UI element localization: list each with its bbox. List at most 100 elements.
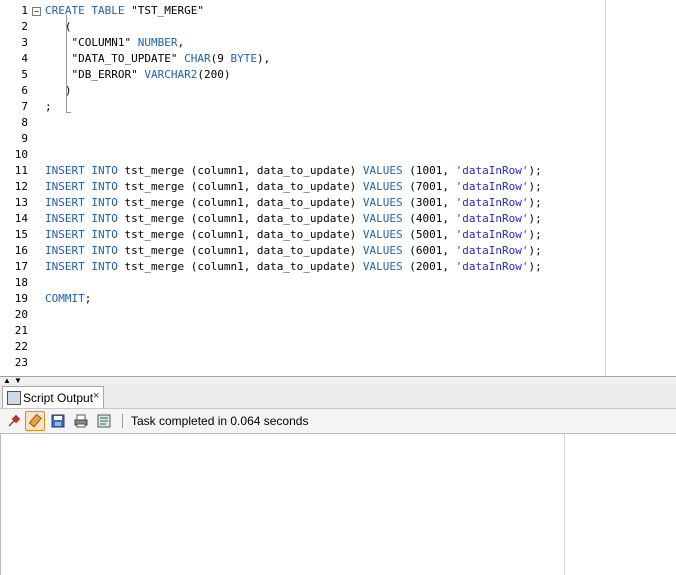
sql-text: tst_merge (column1, data_to_update) (124, 212, 363, 225)
code-line[interactable]: 3 "COLUMN1" NUMBER, (0, 35, 676, 51)
code-text: INSERT INTO tst_merge (column1, data_to_… (45, 195, 542, 211)
code-line[interactable]: 12 INSERT INTO tst_merge (column1, data_t… (0, 179, 676, 195)
sql-text: ); (528, 196, 542, 209)
code-line[interactable]: 8 (0, 115, 676, 131)
sql-keyword: INSERT INTO (45, 180, 125, 193)
save-button[interactable] (48, 411, 68, 431)
code-line[interactable]: 22 (0, 339, 676, 355)
sql-text: ) (45, 84, 72, 97)
code-text: ; (45, 99, 52, 115)
close-icon[interactable]: × (93, 390, 99, 402)
output-toolbar: Task completed in 0.064 seconds (0, 408, 676, 434)
sql-text: ; (84, 292, 92, 305)
sql-keyword: BYTE (230, 52, 257, 65)
code-text: "COLUMN1" NUMBER, (45, 35, 184, 51)
sql-string: 'dataInRow' (455, 212, 529, 225)
sql-text: (5001, (402, 228, 456, 241)
sql-text: tst_merge (column1, data_to_update) (124, 228, 363, 241)
sql-keyword: INSERT INTO (45, 212, 125, 225)
sql-keyword: VALUES (362, 212, 403, 225)
line-number: 1 (21, 4, 28, 17)
line-number: 8 (21, 116, 28, 129)
fold-minus-icon[interactable]: − (32, 7, 41, 16)
line-number: 17 (14, 260, 28, 273)
line-number: 9 (21, 132, 28, 145)
code-line[interactable]: 7; (0, 99, 676, 115)
sql-text: ; (45, 100, 52, 113)
sql-keyword: INSERT INTO (45, 196, 125, 209)
panel-splitter[interactable]: ▲ ▼ (0, 376, 676, 385)
sql-keyword: CREATE TABLE (45, 4, 132, 17)
sql-text: ); (528, 180, 542, 193)
line-number: 3 (21, 36, 28, 49)
code-line[interactable]: 9 (0, 131, 676, 147)
line-number: 18 (14, 276, 28, 289)
tab-script-output[interactable]: Script Output × (2, 386, 104, 408)
line-number: 21 (14, 324, 28, 337)
code-line[interactable]: 13 INSERT INTO tst_merge (column1, data_t… (0, 195, 676, 211)
code-line[interactable]: 23 (0, 355, 676, 371)
code-line[interactable]: 19 COMMIT; (0, 291, 676, 307)
sql-keyword: INSERT INTO (45, 228, 125, 241)
line-number: 16 (14, 244, 28, 257)
code-line[interactable]: 6 ) (0, 83, 676, 99)
clear-button[interactable] (25, 411, 45, 431)
sql-text: ( (45, 20, 72, 33)
right-margin-guide (605, 0, 606, 376)
sql-string: 'dataInRow' (455, 244, 529, 257)
sql-string: 'dataInRow' (455, 228, 529, 241)
code-line[interactable]: 4 "DATA_TO_UPDATE" CHAR(9 BYTE), (0, 51, 676, 67)
sql-text: tst_merge (column1, data_to_update) (124, 196, 363, 209)
sql-keyword: INSERT INTO (45, 260, 125, 273)
print-button[interactable] (71, 411, 91, 431)
sql-string: 'dataInRow' (455, 260, 529, 273)
sql-keyword: VARCHAR2 (144, 68, 198, 81)
output-tab-bar: Script Output × (0, 384, 676, 408)
code-line[interactable]: 14 INSERT INTO tst_merge (column1, data_t… (0, 211, 676, 227)
code-text: CREATE TABLE "TST_MERGE" (45, 3, 204, 19)
pin-button[interactable] (4, 411, 24, 431)
sql-string: 'dataInRow' (455, 196, 529, 209)
sql-string: 'dataInRow' (455, 164, 529, 177)
line-number: 12 (14, 180, 28, 193)
print-icon (74, 414, 88, 428)
line-number: 20 (14, 308, 28, 321)
sql-text: ); (528, 228, 542, 241)
sql-text: "DATA_TO_UPDATE" (45, 52, 185, 65)
code-line[interactable]: 5 "DB_ERROR" VARCHAR2(200) (0, 67, 676, 83)
code-text: ) (45, 83, 72, 99)
code-line[interactable]: 11 INSERT INTO tst_merge (column1, data_t… (0, 163, 676, 179)
output-log-button[interactable] (94, 411, 114, 431)
sql-text: (4001, (402, 212, 456, 225)
pin-icon (8, 414, 21, 427)
code-line[interactable]: 1− CREATE TABLE "TST_MERGE" (0, 3, 676, 19)
code-text: INSERT INTO tst_merge (column1, data_to_… (45, 259, 542, 275)
line-number: 23 (14, 356, 28, 369)
code-line[interactable]: 16 INSERT INTO tst_merge (column1, data_t… (0, 243, 676, 259)
sql-keyword: CHAR (184, 52, 211, 65)
code-line[interactable]: 10 (0, 147, 676, 163)
sql-string: 'dataInRow' (455, 180, 529, 193)
code-line[interactable]: 15 INSERT INTO tst_merge (column1, data_t… (0, 227, 676, 243)
code-line[interactable]: 20 (0, 307, 676, 323)
output-log-icon (97, 414, 111, 428)
code-text: "DB_ERROR" VARCHAR2(200) (45, 67, 230, 83)
sql-text: (3001, (402, 196, 456, 209)
script-output-icon (7, 391, 21, 405)
code-line[interactable]: 2 ( (0, 19, 676, 35)
save-icon (51, 414, 65, 428)
toolbar-separator (122, 414, 123, 428)
line-number: 2 (21, 20, 28, 33)
script-output-area[interactable] (0, 434, 676, 575)
code-line[interactable]: 21 (0, 323, 676, 339)
line-number: 14 (14, 212, 28, 225)
code-line[interactable]: 17 INSERT INTO tst_merge (column1, data_t… (0, 259, 676, 275)
output-margin-guide (564, 434, 565, 575)
sql-editor[interactable]: 1− CREATE TABLE "TST_MERGE" 2 (3 "COLUMN1"… (0, 0, 676, 376)
sql-keyword: COMMIT (45, 292, 85, 305)
sql-keyword: VALUES (362, 228, 403, 241)
sql-text: ); (528, 260, 542, 273)
line-number: 6 (21, 84, 28, 97)
line-number: 19 (14, 292, 28, 305)
code-line[interactable]: 18 (0, 275, 676, 291)
